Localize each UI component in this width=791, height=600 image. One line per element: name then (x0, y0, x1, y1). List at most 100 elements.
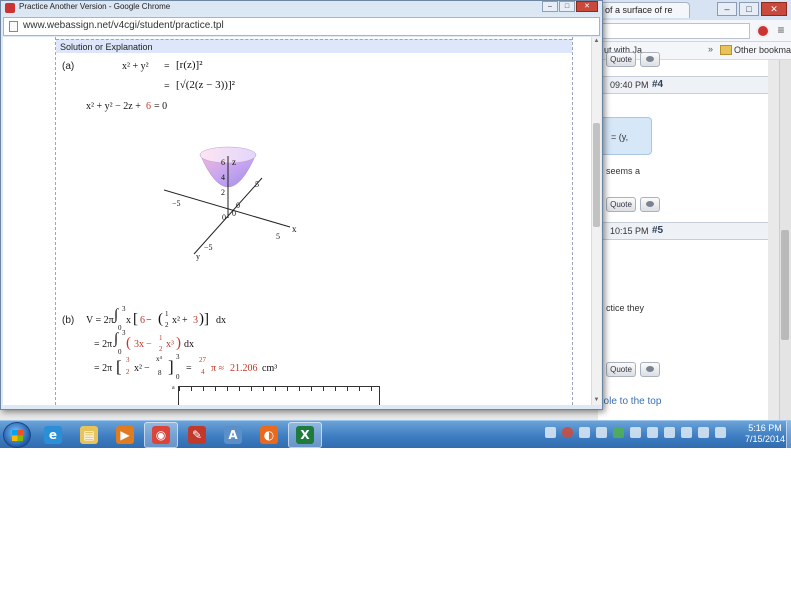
maximize-button[interactable]: □ (559, 1, 575, 12)
x-axis (164, 189, 291, 228)
tray-app-icon[interactable] (664, 427, 675, 438)
post-actions: Quote (598, 360, 660, 378)
quote-button[interactable]: Quote (606, 51, 636, 67)
taskbar-button[interactable]: e (36, 422, 70, 448)
minimize-button[interactable]: – (542, 1, 558, 12)
solution-header: Solution or Explanation (56, 39, 572, 53)
post-number[interactable]: #5 (652, 225, 663, 236)
line2-term1: 3x (134, 339, 144, 350)
z-tick-6: 6 (221, 158, 225, 167)
equation-a1-rhs: [r(z)]² (176, 59, 203, 71)
reply-bubble-icon[interactable] (640, 196, 660, 212)
taskbar-button[interactable]: ◉ (144, 422, 178, 448)
extension-icon[interactable] (756, 24, 770, 38)
popup-scrollbar-thumb[interactable] (593, 123, 600, 227)
post-text: ctice they (606, 303, 645, 313)
popup-url[interactable]: www.webassign.net/v4cgi/student/practice… (23, 20, 224, 31)
show-desktop-button[interactable] (786, 421, 791, 448)
result-denominator: 4 (201, 368, 205, 376)
background-active-tab[interactable]: of a surface of re (598, 2, 690, 18)
result-numerator: 27 (199, 356, 206, 364)
scroll-down-arrow[interactable]: ▼ (592, 396, 601, 404)
tray-app-icon[interactable] (562, 427, 573, 438)
volume-icon[interactable] (698, 427, 709, 438)
close-button[interactable]: ✕ (576, 1, 598, 12)
tray-app-icon[interactable] (630, 427, 641, 438)
z-tick-4: 4 (221, 173, 225, 182)
line3-frac2-numerator: x⁴ (156, 355, 162, 363)
network-icon[interactable] (681, 427, 692, 438)
practice-popup-window: Practice Another Version - Google Chrome… (0, 0, 603, 410)
scroll-up-arrow[interactable]: ▲ (592, 37, 601, 45)
equals-sign: = (186, 363, 192, 374)
taskbar-button[interactable]: A (216, 422, 250, 448)
app-a-icon: A (224, 426, 242, 444)
taskbar-button[interactable]: ▶ (108, 422, 142, 448)
background-scrollbar-thumb[interactable] (781, 230, 789, 340)
quote-button[interactable]: Quote (606, 196, 636, 212)
result-pi: π ≈ (211, 363, 225, 374)
line3-prefix: = 2π (94, 363, 113, 374)
tray-app-icon[interactable] (647, 427, 658, 438)
x-tick-5: 5 (276, 232, 280, 241)
origin-label-2: 0 (232, 209, 236, 218)
background-address-bar[interactable] (600, 23, 750, 39)
tray-app-icon[interactable] (596, 427, 607, 438)
popup-address-bar[interactable]: www.webassign.net/v4cgi/student/practice… (3, 17, 600, 36)
part-a-label: (a) (62, 61, 75, 72)
integrand-x: x (126, 315, 131, 326)
volume-lhs: V = 2π (86, 315, 114, 326)
flag-icon[interactable] (715, 427, 726, 438)
taskbar-button[interactable]: X (288, 422, 322, 448)
bracket-open: [ (133, 311, 138, 327)
quote-button[interactable]: Quote (606, 361, 636, 377)
line3-x2: x² (134, 363, 142, 374)
integral-sign: ∫ (114, 331, 119, 347)
line3-frac2-denominator: 8 (158, 369, 162, 377)
post-number[interactable]: #4 (652, 79, 663, 90)
mini-plot-frame (178, 386, 380, 405)
post-actions: Quote (598, 50, 660, 68)
chrome-icon: ◉ (152, 426, 170, 444)
other-bookmarks[interactable]: Other bookmarks (734, 45, 791, 55)
reply-bubble-icon[interactable] (640, 51, 660, 67)
tray-expand-icon[interactable] (545, 427, 556, 438)
menu-icon[interactable]: ≡ (774, 23, 788, 37)
bookmarks-overflow-icon[interactable]: » (708, 44, 713, 54)
z-tick-0: 0 (236, 201, 240, 210)
maximize-button[interactable]: □ (739, 2, 759, 16)
integrand-plus: + (182, 315, 188, 326)
system-tray (545, 427, 726, 438)
page-icon (9, 21, 18, 32)
x-tick-neg5: −5 (172, 199, 181, 208)
post-header: 10:15 PM #5 (598, 222, 768, 240)
taskbar-button[interactable]: ✎ (180, 422, 214, 448)
popup-page-content: Solution or Explanation (a) x² + y² = [r… (3, 37, 591, 405)
popup-title: Practice Another Version - Google Chrome (19, 2, 171, 11)
background-window-controls: – □ ✕ (717, 2, 787, 16)
reply-bubble-icon[interactable] (640, 361, 660, 377)
y-tick-5: 5 (255, 180, 259, 189)
x-axis-label: x (292, 224, 297, 234)
integral-lower-limit: 0 (118, 324, 122, 332)
minimize-button[interactable]: – (717, 2, 737, 16)
taskbar-button[interactable]: ▤ (72, 422, 106, 448)
popup-scrollbar[interactable]: ▲ ▼ (591, 37, 601, 405)
post-actions: Quote (598, 195, 660, 213)
clock[interactable]: 5:16 PM 7/15/2014 (745, 423, 785, 445)
equation-a3-constant: 6 (146, 101, 151, 112)
tray-app-icon[interactable] (613, 427, 624, 438)
back-to-top-link[interactable]: hole to the top (598, 396, 661, 407)
tray-app-icon[interactable] (579, 427, 590, 438)
media-player-icon: ▶ (116, 426, 134, 444)
integrand-six: 6 (140, 315, 145, 326)
mini-plot-label: a (172, 385, 175, 391)
start-button[interactable] (3, 422, 31, 448)
integrand-dx: dx (216, 315, 226, 326)
line3-frac1-numerator: 3 (126, 356, 130, 364)
eval-lower-limit: 0 (176, 373, 180, 381)
paren-open: ( (158, 311, 163, 327)
taskbar-button[interactable]: ◐ (252, 422, 286, 448)
close-button[interactable]: ✕ (761, 2, 787, 16)
line2-prefix: = 2π (94, 339, 113, 350)
